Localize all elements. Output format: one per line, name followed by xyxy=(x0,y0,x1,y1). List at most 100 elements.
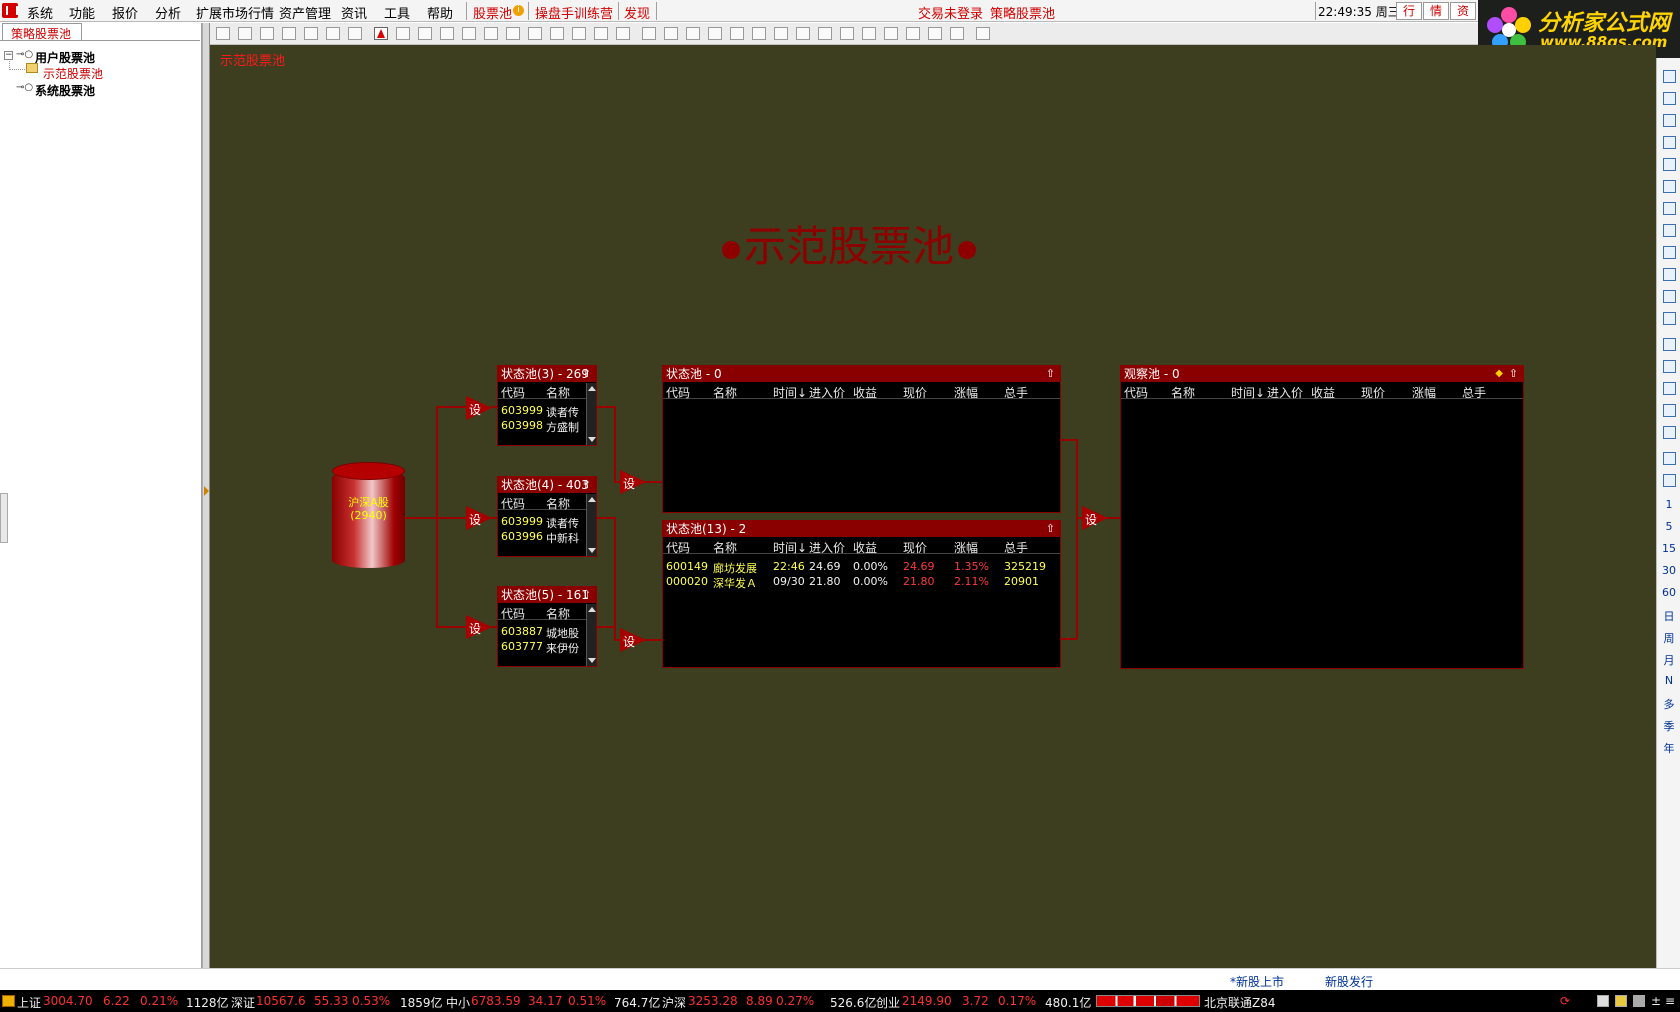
col-name[interactable]: 名称 xyxy=(546,384,570,401)
report-icon[interactable] xyxy=(1663,246,1676,259)
col-entry-price[interactable]: 进入价 xyxy=(1267,384,1303,401)
play-icon[interactable] xyxy=(304,27,318,40)
ellipse-tool-icon[interactable] xyxy=(594,27,608,40)
col-volume[interactable]: 总手 xyxy=(1004,384,1028,401)
cell-code[interactable]: 603887 xyxy=(501,625,543,638)
col-name[interactable]: 名称 xyxy=(713,384,737,401)
circle-tool-icon[interactable] xyxy=(616,27,630,40)
state-pool-main[interactable]: 状态池 - 0 ⇧ 代码 名称 时间↓ 进入价 收益 现价 涨幅 总手 xyxy=(662,365,1061,513)
tool-icon[interactable] xyxy=(730,27,744,40)
source-database[interactable]: 沪深A股 (2940) xyxy=(332,462,405,570)
table-icon[interactable] xyxy=(1663,114,1676,127)
cell-entry-price[interactable]: 24.69 xyxy=(809,560,841,573)
watch-pool[interactable]: 观察池 - 0 ◆ ⇧ 代码 名称 时间↓ 进入价 收益 现价 涨幅 总手 xyxy=(1120,365,1524,669)
tool-icon[interactable] xyxy=(396,27,410,40)
kline-icon[interactable] xyxy=(1663,158,1676,171)
index-name[interactable]: 沪深 xyxy=(662,994,686,1011)
period-1[interactable]: 1 xyxy=(1657,498,1680,511)
period-15[interactable]: 15 xyxy=(1657,542,1680,555)
save-icon[interactable] xyxy=(260,27,274,40)
col-time[interactable]: 时间↓ xyxy=(773,384,807,401)
market-heat-bar[interactable] xyxy=(1096,995,1200,1007)
menu-quote[interactable]: 报价 xyxy=(112,3,138,22)
align-icon[interactable] xyxy=(950,27,964,40)
pool-header[interactable]: 观察池 - 0 ◆ ⇧ xyxy=(1121,366,1523,382)
col-code[interactable]: 代码 xyxy=(1124,384,1148,401)
period-day[interactable]: 日 xyxy=(1657,608,1680,624)
menu-extended-market[interactable]: 扩展市场行情 xyxy=(196,3,274,22)
align-icon[interactable] xyxy=(818,27,832,40)
market-icon[interactable] xyxy=(2,995,15,1007)
state-pool-4[interactable]: 状态池(4) - 403 ⇧ 代码 名称 603999 读者传 603996 中新科 xyxy=(497,476,597,557)
col-entry-price[interactable]: 进入价 xyxy=(809,539,845,556)
new-icon[interactable] xyxy=(216,27,230,40)
align-icon[interactable] xyxy=(796,27,810,40)
col-code[interactable]: 代码 xyxy=(501,384,525,401)
arrow-down-icon[interactable] xyxy=(1663,70,1676,83)
period-30[interactable]: 30 xyxy=(1657,564,1680,577)
rect-tool-icon[interactable] xyxy=(550,27,564,40)
cell-code[interactable]: 603999 xyxy=(501,404,543,417)
col-name[interactable]: 名称 xyxy=(546,495,570,512)
col-change[interactable]: 涨幅 xyxy=(954,384,978,401)
col-name[interactable]: 名称 xyxy=(546,605,570,622)
cell-code[interactable]: 603996 xyxy=(501,530,543,543)
period-year[interactable]: 年 xyxy=(1657,740,1680,756)
cell-name[interactable]: 中新科 xyxy=(546,530,579,546)
col-price[interactable]: 现价 xyxy=(903,539,927,556)
menu-stock-pool[interactable]: 股票池 xyxy=(473,3,512,22)
col-name[interactable]: 名称 xyxy=(1171,384,1195,401)
period-week[interactable]: 周 xyxy=(1657,630,1680,646)
refresh-icon[interactable]: ⟳ xyxy=(1560,994,1570,1008)
set-button[interactable]: 设 xyxy=(1082,506,1108,530)
tool-icon[interactable] xyxy=(462,27,476,40)
expand-arrow-icon[interactable]: ⇧ xyxy=(1046,366,1055,382)
cell-time[interactable]: 09/30 xyxy=(773,575,805,588)
col-price[interactable]: 现价 xyxy=(1361,384,1385,401)
asset-button[interactable]: 资 xyxy=(1450,2,1476,20)
index-name[interactable]: 深证 xyxy=(231,994,255,1011)
expand-arrow-icon[interactable]: ⇧ xyxy=(1046,521,1055,537)
set-button[interactable]: 设 xyxy=(466,396,492,420)
cell-name[interactable]: 方盛制 xyxy=(546,419,579,435)
circle-icon[interactable] xyxy=(1663,312,1676,325)
col-change[interactable]: 涨幅 xyxy=(954,539,978,556)
cell-code[interactable]: 603998 xyxy=(501,419,543,432)
period-n[interactable]: N xyxy=(1657,674,1680,687)
col-price[interactable]: 现价 xyxy=(903,384,927,401)
cell-name[interactable]: 廊坊发展 xyxy=(713,560,757,576)
pool-scrollbar[interactable] xyxy=(586,383,596,445)
period-60[interactable]: 60 xyxy=(1657,586,1680,599)
tree-demo-pool[interactable]: 示范股票池 xyxy=(43,65,103,82)
set-button[interactable]: 设 xyxy=(466,615,492,639)
index-name[interactable]: 中小 xyxy=(446,994,470,1011)
pen-icon[interactable] xyxy=(1663,426,1676,439)
f12-icon[interactable] xyxy=(1663,268,1676,281)
set-button[interactable]: 设 xyxy=(466,506,492,530)
tree-user-pool[interactable]: 用户股票池 xyxy=(35,49,95,66)
tool-icon[interactable] xyxy=(642,27,656,40)
tool-icon[interactable] xyxy=(440,27,454,40)
line-chart-icon[interactable] xyxy=(1663,136,1676,149)
menu-tools[interactable]: 工具 xyxy=(384,3,410,22)
col-code[interactable]: 代码 xyxy=(501,605,525,622)
pool-header[interactable]: 状态池(5) - 161 ⇧ xyxy=(498,587,596,603)
menu-discover[interactable]: 发现 xyxy=(624,3,650,22)
period-month[interactable]: 月 xyxy=(1657,652,1680,668)
col-volume[interactable]: 总手 xyxy=(1462,384,1486,401)
col-time[interactable]: 时间↓ xyxy=(1231,384,1265,401)
switch-icon[interactable] xyxy=(1663,474,1676,487)
col-profit[interactable]: 收益 xyxy=(853,539,877,556)
menu-icon[interactable]: ≡ xyxy=(1665,994,1675,1008)
set-button[interactable]: 设 xyxy=(620,628,646,652)
cell-time[interactable]: 22:46 xyxy=(773,560,805,573)
line-tool-icon[interactable] xyxy=(528,27,542,40)
quote-button-1[interactable]: 行 xyxy=(1396,2,1422,20)
app-logo-icon[interactable] xyxy=(2,3,18,18)
cell-name[interactable]: 读者传 xyxy=(546,404,579,420)
cell-volume[interactable]: 20901 xyxy=(1004,575,1039,588)
cell-entry-price[interactable]: 21.80 xyxy=(809,575,841,588)
pool-header[interactable]: 状态池(3) - 269 ⇧ xyxy=(498,366,596,382)
window-icon[interactable] xyxy=(1597,995,1609,1007)
tree-collapse-icon[interactable]: − xyxy=(4,51,13,60)
